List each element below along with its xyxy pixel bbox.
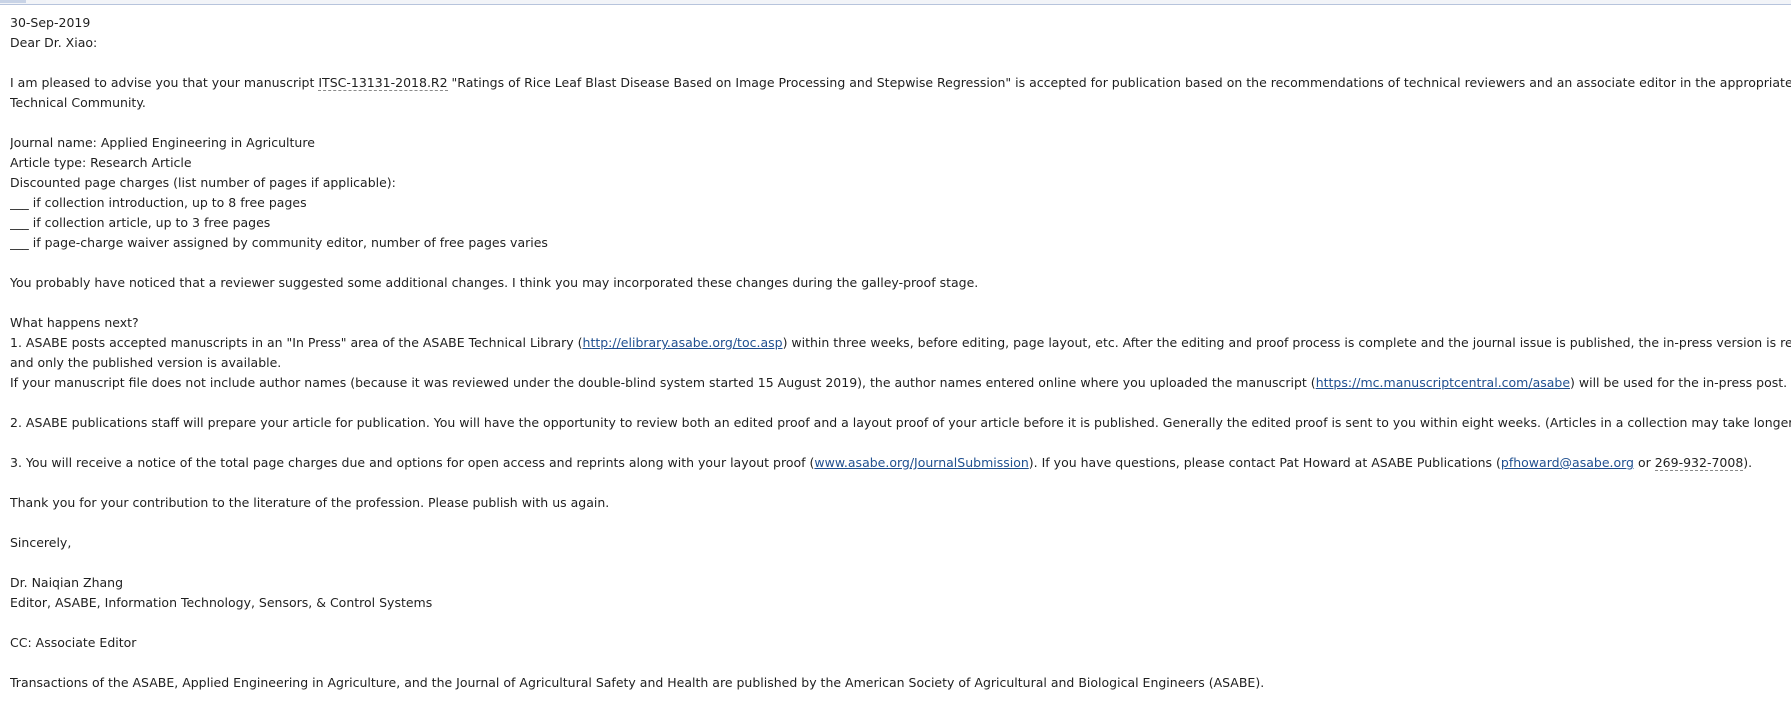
- journal-name: Journal name: Applied Engineering in Agr…: [10, 135, 315, 150]
- tab-stub: [0, 0, 26, 3]
- step-3-end: ).: [1743, 455, 1753, 470]
- window-top-border: [0, 0, 1791, 5]
- signer-title: Editor, ASABE, Information Technology, S…: [10, 595, 433, 610]
- acceptance-text-post: "Ratings of Rice Leaf Blast Disease Base…: [447, 75, 1791, 90]
- signer-name: Dr. Naiqian Zhang: [10, 575, 124, 590]
- closing: Sincerely,: [10, 535, 72, 550]
- acceptance-text-pre: I am pleased to advise you that your man…: [10, 75, 319, 90]
- cc-line: CC: Associate Editor: [10, 635, 137, 650]
- manuscriptcentral-link[interactable]: https://mc.manuscriptcentral.com/asabe: [1316, 375, 1570, 390]
- phone-number: 269-932-7008: [1654, 455, 1744, 471]
- step-1-line-3: If your manuscript file does not include…: [10, 373, 1791, 393]
- step-2: 2. ASABE publications staff will prepare…: [10, 415, 1791, 430]
- discount-option-2: ___ if collection article, up to 3 free …: [10, 215, 271, 230]
- article-type: Article type: Research Article: [10, 155, 192, 170]
- greeting: Dear Dr. Xiao:: [10, 35, 98, 50]
- thanks-line: Thank you for your contribution to the l…: [10, 495, 610, 510]
- author-names-pre: If your manuscript file does not include…: [10, 375, 1316, 390]
- manuscript-id: ITSC-13131-2018.R2: [318, 75, 448, 91]
- acceptance-paragraph-line-1: I am pleased to advise you that your man…: [10, 73, 1791, 93]
- journal-submission-link[interactable]: www.asabe.org/JournalSubmission: [814, 455, 1028, 470]
- next-steps-header: What happens next?: [10, 315, 139, 330]
- step-3: 3. You will receive a notice of the tota…: [10, 453, 1791, 473]
- discount-option-3: ___ if page-charge waiver assigned by co…: [10, 235, 548, 250]
- step-1-line-2: and only the published version is availa…: [10, 355, 282, 370]
- discount-option-1: ___ if collection introduction, up to 8 …: [10, 195, 307, 210]
- email-body: 30-Sep-2019 Dear Dr. Xiao: I am pleased …: [10, 13, 1791, 693]
- elibrary-link[interactable]: http://elibrary.asabe.org/toc.asp: [583, 335, 783, 350]
- step-1-pre: 1. ASABE posts accepted manuscripts in a…: [10, 335, 583, 350]
- discount-header: Discounted page charges (list number of …: [10, 175, 396, 190]
- step-3-pre: 3. You will receive a notice of the tota…: [10, 455, 815, 470]
- footer-note: Transactions of the ASABE, Applied Engin…: [10, 675, 1265, 690]
- step-1-post: ) within three weeks, before editing, pa…: [782, 335, 1791, 350]
- step-3-mid: ). If you have questions, please contact…: [1028, 455, 1501, 470]
- step-3-or: or: [1633, 455, 1655, 470]
- step-1-line-1: 1. ASABE posts accepted manuscripts in a…: [10, 333, 1791, 353]
- author-names-post: ) will be used for the in-press post.: [1570, 375, 1788, 390]
- letter-date: 30-Sep-2019: [10, 15, 91, 30]
- reviewer-note: You probably have noticed that a reviewe…: [10, 275, 979, 290]
- email-link[interactable]: pfhoward@asabe.org: [1501, 455, 1634, 470]
- acceptance-paragraph-line-2: Technical Community.: [10, 95, 146, 110]
